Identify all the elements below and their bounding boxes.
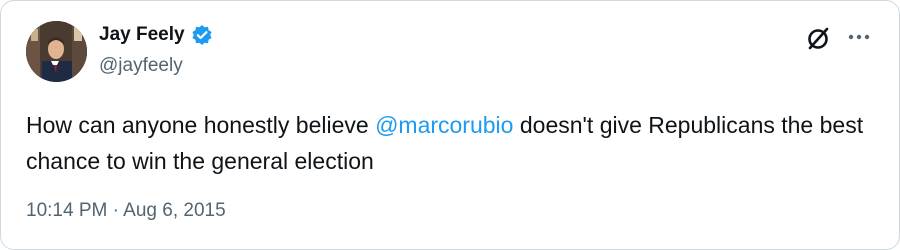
author-handle[interactable]: @jayfeely bbox=[99, 55, 183, 77]
mention-link[interactable]: @marcorubio bbox=[375, 112, 513, 138]
tweet-text: How can anyone honestly believe @marcoru… bbox=[26, 107, 886, 179]
tweet-card: Jay Feely @jayfeely How can anyone hones… bbox=[0, 0, 900, 250]
author-name-row: Jay Feely bbox=[99, 24, 213, 46]
tweet-text-before: How can anyone honestly believe bbox=[26, 112, 376, 138]
strikethrough-circle-icon[interactable] bbox=[803, 24, 833, 54]
tweet-timestamp: 10:14 PM · Aug 6, 2015 bbox=[26, 200, 226, 222]
more-options-button[interactable] bbox=[844, 24, 874, 50]
tweet-date[interactable]: Aug 6, 2015 bbox=[123, 200, 225, 221]
tweet-time[interactable]: 10:14 PM bbox=[26, 200, 107, 221]
author-name[interactable]: Jay Feely bbox=[99, 24, 185, 46]
author-avatar[interactable] bbox=[26, 21, 87, 82]
more-horizontal-icon bbox=[848, 34, 870, 40]
meta-separator: · bbox=[107, 200, 124, 221]
verified-badge-icon[interactable] bbox=[191, 24, 213, 46]
